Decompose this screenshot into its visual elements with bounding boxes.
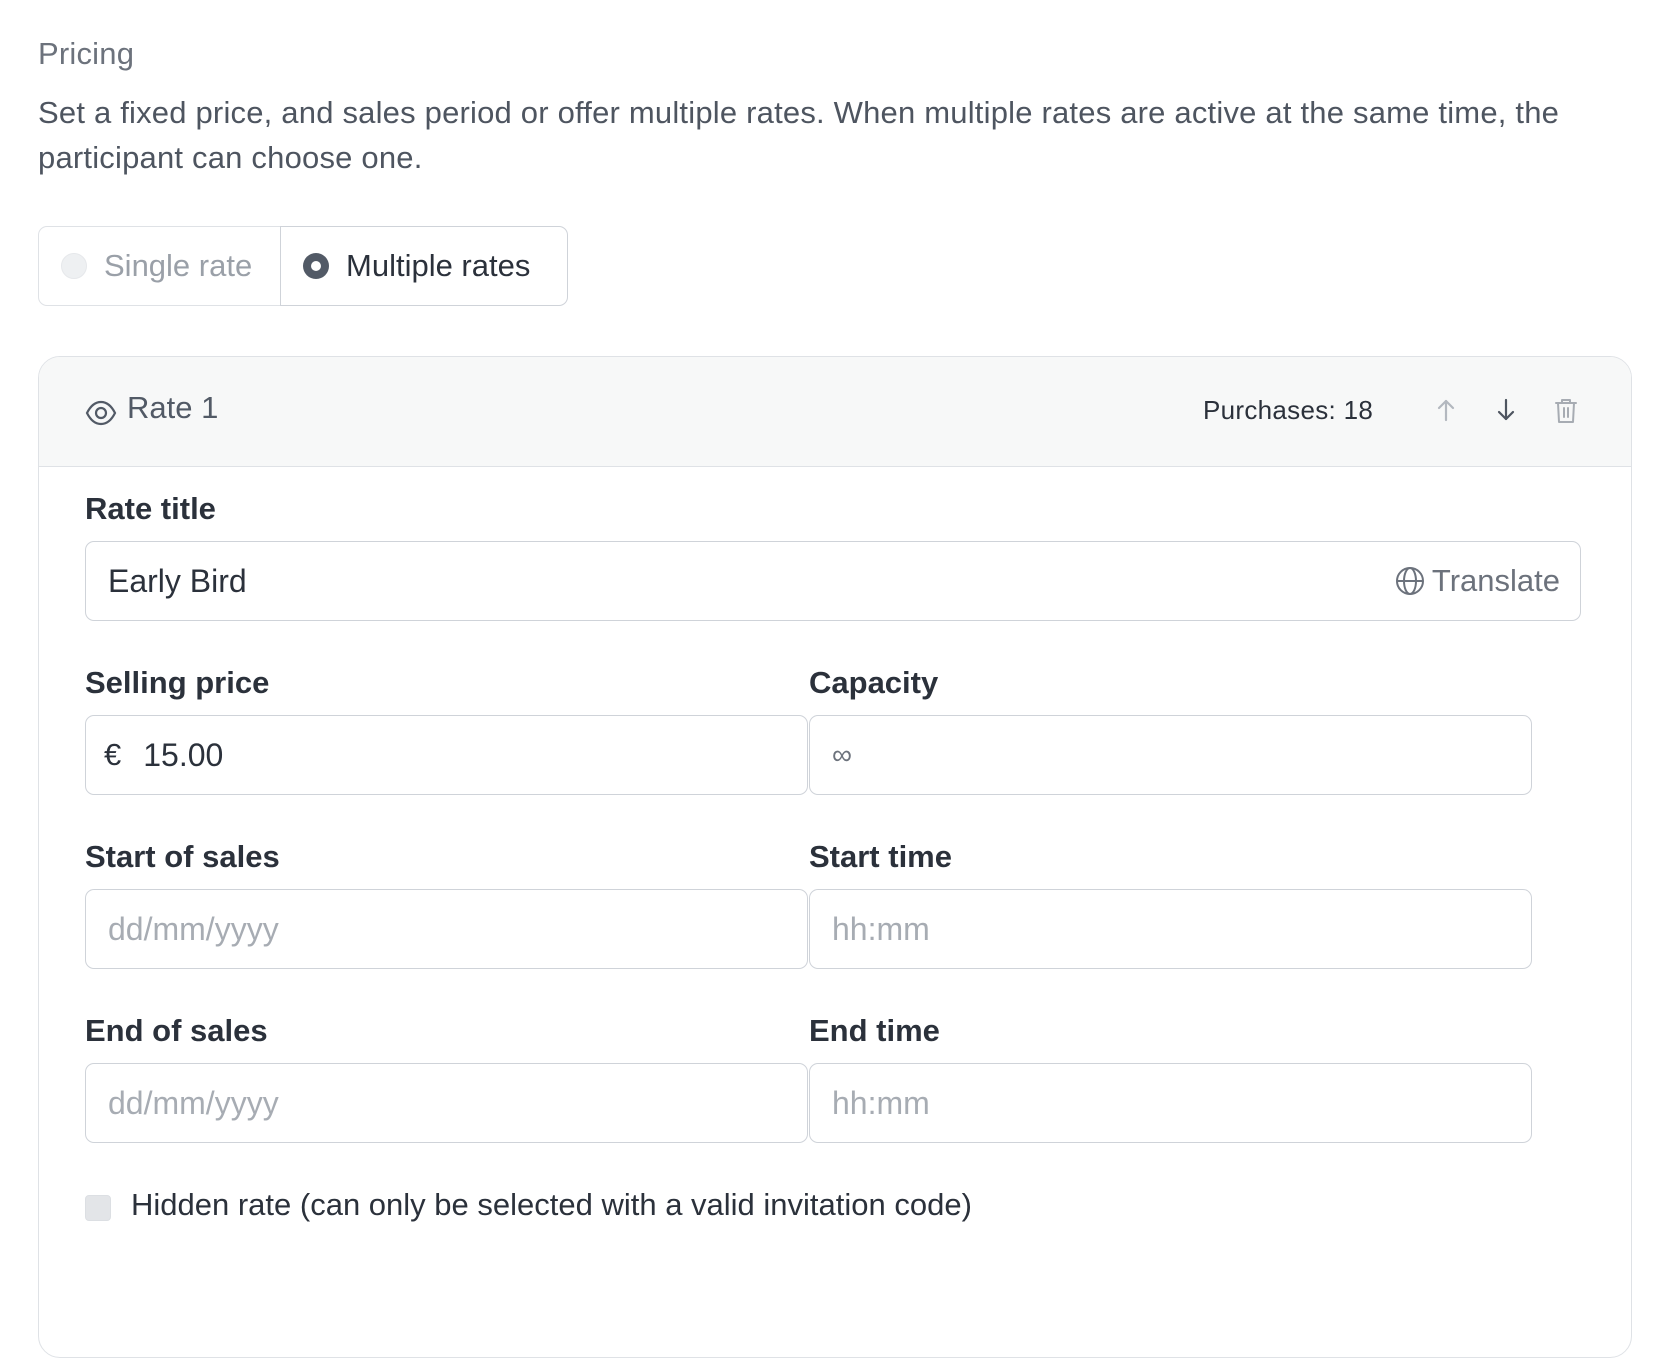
multiple-rates-radio[interactable] xyxy=(303,253,329,279)
selling-price-input[interactable]: € 15.00 xyxy=(85,715,808,795)
trash-icon[interactable] xyxy=(1551,395,1581,425)
selling-price-value: 15.00 xyxy=(143,736,224,773)
end-of-sales-placeholder: dd/mm/yyyy xyxy=(108,1084,279,1121)
translate-label: Translate xyxy=(1431,562,1560,598)
single-rate-label: Single rate xyxy=(104,248,253,283)
start-time-input[interactable]: hh:mm xyxy=(809,889,1532,969)
end-time-input[interactable]: hh:mm xyxy=(809,1063,1532,1143)
section-description: Set a fixed price, and sales period or o… xyxy=(38,95,1560,175)
hidden-rate-checkbox[interactable] xyxy=(85,1195,111,1221)
end-time-label: End time xyxy=(809,1013,940,1048)
arrow-up-icon[interactable] xyxy=(1431,395,1461,425)
capacity-label: Capacity xyxy=(809,665,939,700)
arrow-down-icon[interactable] xyxy=(1491,395,1521,425)
capacity-value: ∞ xyxy=(832,739,852,770)
multiple-rates-option[interactable]: Multiple rates xyxy=(280,226,568,306)
rate-name: Rate 1 xyxy=(127,390,219,425)
selling-price-label: Selling price xyxy=(85,665,270,700)
rate-mode-selector: Single rate Multiple rates xyxy=(38,226,568,306)
start-time-label: Start time xyxy=(809,839,952,874)
translate-button[interactable]: Translate xyxy=(1394,542,1560,619)
single-rate-option[interactable]: Single rate xyxy=(38,226,281,306)
rate-title-value: Early Bird xyxy=(108,562,247,599)
purchases-count: Purchases: 18 xyxy=(1203,395,1374,425)
rate-title-label: Rate title xyxy=(85,491,216,526)
multiple-rates-label: Multiple rates xyxy=(346,248,531,283)
single-rate-radio[interactable] xyxy=(61,253,87,279)
end-of-sales-input[interactable]: dd/mm/yyyy xyxy=(85,1063,808,1143)
start-of-sales-placeholder: dd/mm/yyyy xyxy=(108,910,279,947)
start-time-placeholder: hh:mm xyxy=(832,910,930,947)
end-of-sales-label: End of sales xyxy=(85,1013,268,1048)
end-time-placeholder: hh:mm xyxy=(832,1084,930,1121)
rate-title-input[interactable]: Early Bird Translate xyxy=(85,541,1581,621)
start-of-sales-label: Start of sales xyxy=(85,839,280,874)
currency-symbol: € xyxy=(104,737,122,772)
eye-icon[interactable] xyxy=(85,397,117,429)
start-of-sales-input[interactable]: dd/mm/yyyy xyxy=(85,889,808,969)
hidden-rate-label: Hidden rate (can only be selected with a… xyxy=(131,1187,972,1222)
globe-icon xyxy=(1395,566,1424,595)
pricing-section: Pricing Set a fixed price, and sales per… xyxy=(0,0,1658,1368)
rate-header: Rate 1 Purchases: 18 xyxy=(39,357,1631,467)
capacity-input[interactable]: ∞ xyxy=(809,715,1532,795)
rate-card: Rate 1 Purchases: 18 Rate title Early Bi… xyxy=(38,356,1632,1358)
section-title: Pricing xyxy=(38,36,135,71)
